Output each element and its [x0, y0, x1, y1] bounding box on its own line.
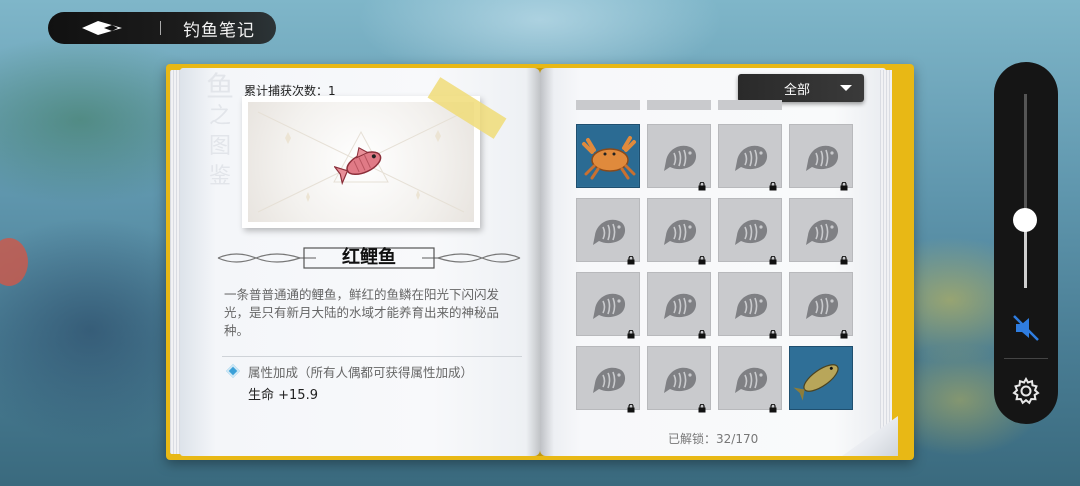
- filter-label: 全部: [783, 82, 810, 98]
- gear-icon[interactable]: [1011, 376, 1041, 410]
- locked-fish-slot[interactable]: [647, 124, 711, 191]
- fish-silhouette-icon: [731, 139, 771, 179]
- lock-icon: [627, 250, 635, 265]
- lock-icon: [840, 176, 848, 191]
- lock-icon: [769, 250, 777, 265]
- fish-silhouette-icon: [589, 213, 629, 253]
- encyclopedia-vertical-title: 鱼 之 图 鉴: [200, 72, 240, 192]
- fish-name: 红鲤鱼: [342, 247, 396, 268]
- divider: [222, 356, 522, 357]
- lock-icon: [840, 324, 848, 339]
- panel-separator: [1004, 358, 1048, 359]
- chevron-down-icon: [840, 85, 852, 91]
- locked-fish-slot[interactable]: [576, 272, 640, 339]
- fish-silhouette-icon: [660, 287, 700, 327]
- locked-fish-slot[interactable]: [647, 346, 711, 413]
- locked-fish-slot[interactable]: [789, 272, 853, 339]
- lock-icon: [627, 324, 635, 339]
- locked-fish-slot[interactable]: [718, 346, 782, 413]
- fish-slot-carp[interactable]: [789, 346, 853, 410]
- fish-description: 一条普普通通的鲤鱼，鲜红的鱼鳞在阳光下闪闪发光，是只有新月大陆的水域才能养育出来…: [224, 287, 500, 338]
- lock-icon: [769, 324, 777, 339]
- vertical-char: 图: [208, 134, 231, 159]
- lock-icon: [698, 250, 706, 265]
- bonus-value: 生命 +15.9: [248, 388, 318, 403]
- fish-photo-frame: [248, 102, 474, 222]
- lock-icon: [769, 398, 777, 413]
- grid-partial-cell[interactable]: [576, 100, 640, 110]
- lock-icon: [698, 398, 706, 413]
- fish-silhouette-icon: [802, 287, 842, 327]
- crab-icon: [578, 126, 638, 190]
- unlock-count: 已解锁：32/170: [668, 432, 759, 446]
- fish-silhouette-icon: [660, 213, 700, 253]
- red-carp-fish-icon: [334, 147, 382, 186]
- volume-slider-knob[interactable]: [1013, 208, 1037, 233]
- fish-silhouette-icon: [802, 213, 842, 253]
- grid-partial-cell[interactable]: [647, 100, 711, 110]
- locked-fish-slot[interactable]: [576, 346, 640, 413]
- fish-silhouette-icon: [802, 139, 842, 179]
- locked-fish-slot[interactable]: [718, 198, 782, 265]
- fish-silhouette-icon: [589, 287, 629, 327]
- locked-fish-slot[interactable]: [647, 198, 711, 265]
- fish-silhouette-icon: [731, 213, 771, 253]
- grid-partial-cell[interactable]: [718, 100, 782, 110]
- locked-fish-slot[interactable]: [718, 272, 782, 339]
- lock-icon: [698, 176, 706, 191]
- fish-slot-crab[interactable]: [576, 124, 640, 188]
- fish-silhouette-icon: [589, 361, 629, 401]
- vertical-char: 鱼: [205, 70, 234, 103]
- fish-silhouette-icon: [660, 361, 700, 401]
- title-bar: 钓鱼笔记: [48, 12, 276, 44]
- lock-icon: [698, 324, 706, 339]
- fish-name-banner: 红鲤鱼: [216, 244, 522, 272]
- fish-silhouette-icon: [660, 139, 700, 179]
- side-control-panel: [994, 62, 1058, 424]
- title-separator: [160, 21, 161, 35]
- back-arrow-icon[interactable]: [82, 12, 130, 44]
- mute-speaker-icon[interactable]: [1010, 312, 1042, 348]
- fish-silhouette-icon: [731, 287, 771, 327]
- vertical-char: 鉴: [208, 164, 231, 189]
- filter-dropdown[interactable]: 全部: [738, 74, 864, 102]
- lock-icon: [840, 250, 848, 265]
- locked-fish-slot[interactable]: [789, 124, 853, 191]
- lock-icon: [769, 176, 777, 191]
- bonus-title: 属性加成（所有人偶都可获得属性加成）: [248, 365, 474, 380]
- vertical-char: 之: [208, 104, 231, 129]
- fish-photo: [242, 96, 480, 228]
- page-title: 钓鱼笔记: [183, 20, 255, 41]
- carp-fish-icon: [791, 348, 851, 412]
- locked-fish-slot[interactable]: [718, 124, 782, 191]
- locked-fish-slot[interactable]: [647, 272, 711, 339]
- lock-icon: [627, 398, 635, 413]
- locked-fish-slot[interactable]: [789, 198, 853, 265]
- page-edge-right: [880, 70, 892, 454]
- locked-fish-slot[interactable]: [576, 198, 640, 265]
- fish-silhouette-icon: [731, 361, 771, 401]
